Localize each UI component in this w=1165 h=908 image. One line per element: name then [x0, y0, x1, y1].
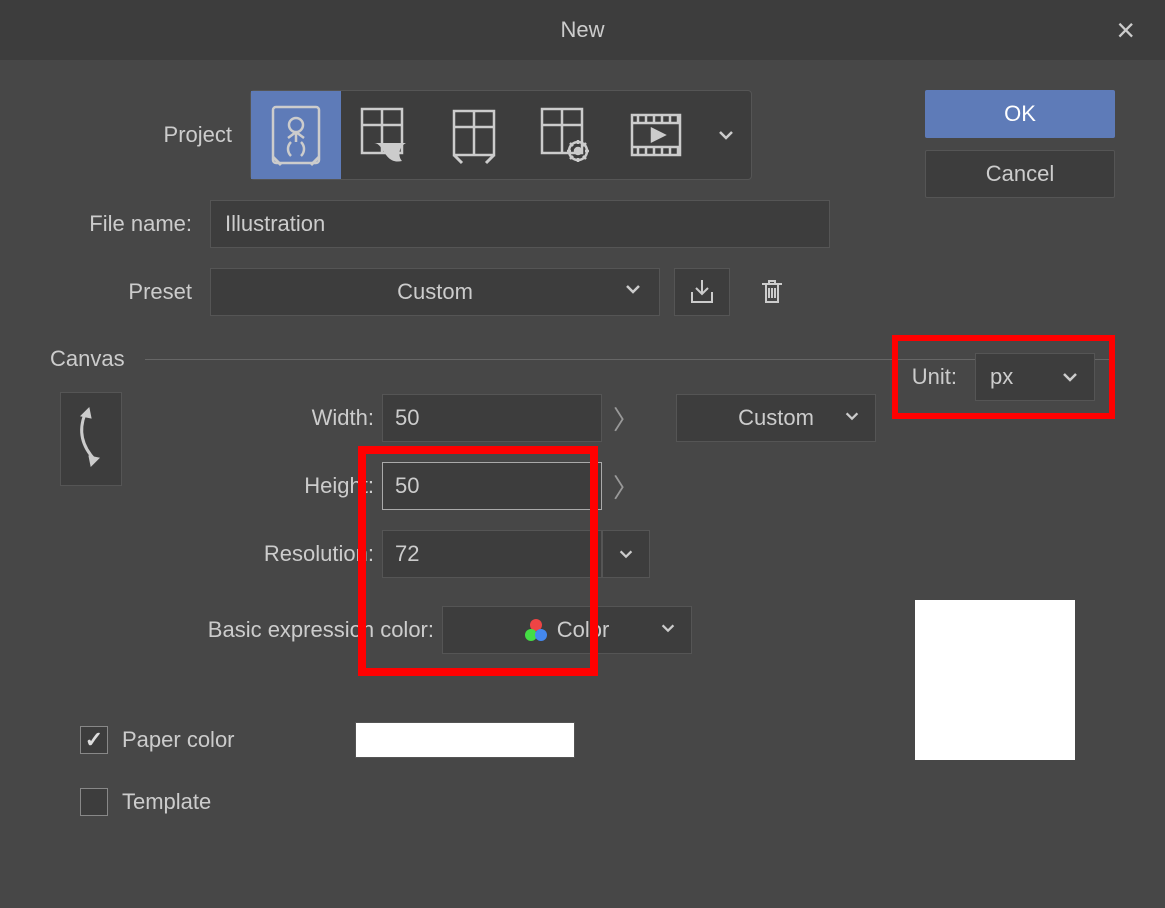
- dialog-body: OK Cancel Project: [0, 60, 1165, 908]
- filename-label: File name:: [50, 211, 210, 237]
- close-icon[interactable]: ×: [1116, 12, 1135, 49]
- canvas-title: Canvas: [50, 346, 125, 372]
- chevron-down-icon: [659, 619, 677, 637]
- unit-value: px: [990, 364, 1013, 390]
- color-mode-value: Color: [557, 617, 610, 643]
- width-input[interactable]: [382, 394, 602, 442]
- resolution-dropdown[interactable]: [602, 530, 650, 578]
- cancel-button[interactable]: Cancel: [925, 150, 1115, 198]
- project-type-group: [250, 90, 752, 180]
- swap-arrows-icon: [71, 404, 111, 474]
- project-type-comic-alt[interactable]: [431, 91, 521, 179]
- project-type-comic-settings[interactable]: [521, 91, 611, 179]
- rgb-icon: [525, 619, 547, 641]
- comic-settings-icon: [536, 105, 596, 165]
- project-type-illustration[interactable]: [251, 91, 341, 179]
- comic-alt-icon: [446, 105, 506, 165]
- unit-block: Unit: px: [892, 335, 1115, 419]
- template-checkbox[interactable]: [80, 788, 108, 816]
- action-buttons: OK Cancel: [925, 90, 1115, 210]
- paper-color-label: Paper color: [122, 727, 235, 753]
- paper-color-checkbox[interactable]: [80, 726, 108, 754]
- titlebar: New ×: [0, 0, 1165, 60]
- dialog-title: New: [560, 17, 604, 43]
- unit-label: Unit:: [912, 364, 957, 390]
- illustration-icon: [269, 103, 323, 167]
- swap-orientation-button[interactable]: [60, 392, 122, 486]
- resolution-row: Resolution:: [152, 528, 1115, 580]
- resolution-input[interactable]: [382, 530, 602, 578]
- template-label: Template: [122, 789, 211, 815]
- project-type-animation[interactable]: [611, 91, 701, 179]
- canvas-preview: [915, 600, 1075, 760]
- height-link-icon[interactable]: 〉: [602, 462, 650, 510]
- preset-select[interactable]: Custom: [210, 268, 660, 316]
- animation-icon: [626, 105, 686, 165]
- height-row: Height: 〉: [152, 460, 1115, 512]
- project-type-more[interactable]: [701, 125, 751, 145]
- template-row: Template: [80, 788, 1115, 816]
- unit-select[interactable]: px: [975, 353, 1095, 401]
- project-label: Project: [50, 122, 250, 148]
- preset-label: Preset: [50, 279, 210, 305]
- delete-preset-button[interactable]: [744, 268, 800, 316]
- chevron-down-icon: [623, 279, 643, 299]
- save-preset-button[interactable]: [674, 268, 730, 316]
- chevron-down-icon: [1060, 367, 1080, 387]
- size-preset-select[interactable]: Custom: [676, 394, 876, 442]
- preset-row: Preset Custom: [50, 268, 1115, 316]
- filename-input[interactable]: [210, 200, 830, 248]
- chevron-down-icon: [843, 407, 861, 425]
- width-link-icon[interactable]: 〉: [602, 394, 650, 442]
- ok-button[interactable]: OK: [925, 90, 1115, 138]
- height-label: Height:: [152, 473, 382, 499]
- project-type-comic[interactable]: [341, 91, 431, 179]
- resolution-label: Resolution:: [152, 541, 382, 567]
- color-mode-label: Basic expression color:: [152, 617, 442, 643]
- trash-icon: [757, 276, 787, 308]
- save-icon: [686, 276, 718, 308]
- paper-color-swatch[interactable]: [355, 722, 575, 758]
- chevron-down-icon: [617, 545, 635, 563]
- width-label: Width:: [152, 405, 382, 431]
- color-mode-select[interactable]: Color: [442, 606, 692, 654]
- preset-value: Custom: [397, 279, 473, 305]
- size-preset-value: Custom: [738, 405, 814, 431]
- comic-icon: [356, 105, 416, 165]
- height-input[interactable]: [382, 462, 602, 510]
